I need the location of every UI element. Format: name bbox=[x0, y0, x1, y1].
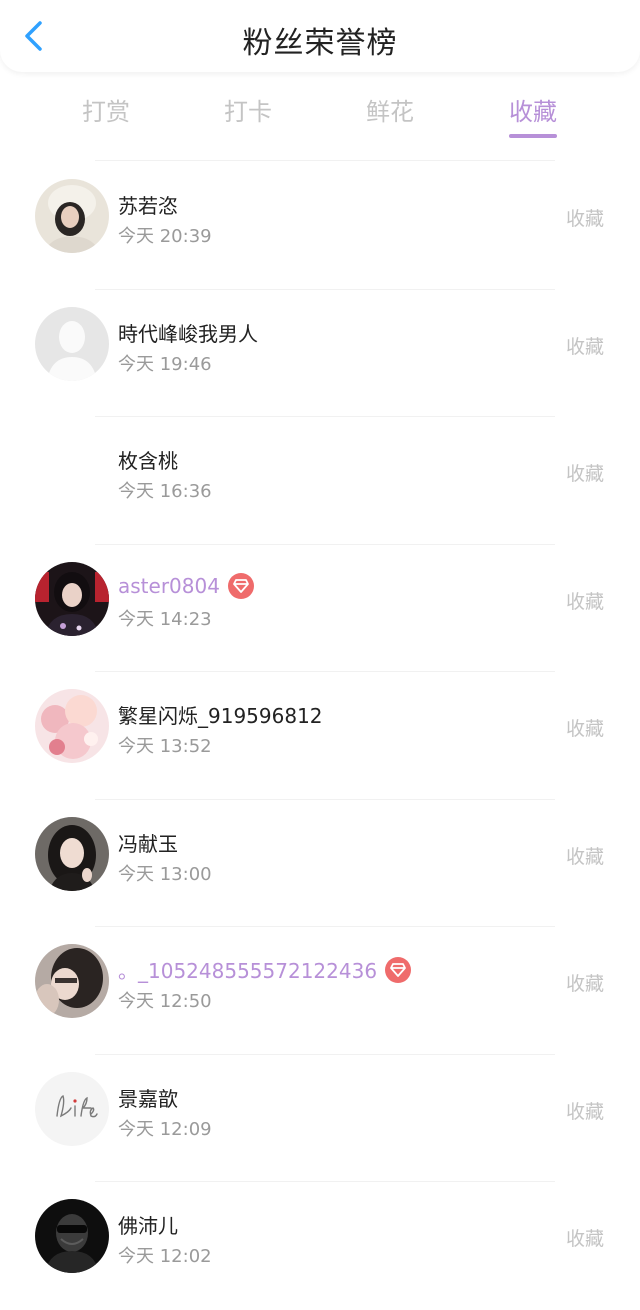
tab-checkin[interactable]: 打卡 bbox=[198, 92, 298, 127]
favorite-label: 收藏 bbox=[565, 335, 604, 358]
vip-badge bbox=[227, 572, 254, 599]
user-name[interactable]: 時代峰峻我男人 bbox=[118, 318, 258, 347]
avatar[interactable] bbox=[35, 306, 109, 381]
favorite-label: 收藏 bbox=[565, 718, 604, 740]
list-item[interactable]: 枚含桃 今天 16:36 收藏 bbox=[0, 417, 640, 545]
active-tab-indicator bbox=[509, 134, 557, 138]
avatar[interactable] bbox=[35, 434, 109, 508]
avatar[interactable] bbox=[35, 816, 109, 891]
favorite-label: 收藏 bbox=[565, 590, 604, 613]
list-item[interactable]: 繁星闪烁_919596812 今天 13:52 收藏 bbox=[0, 672, 640, 800]
life-logo-icon bbox=[35, 1071, 109, 1146]
user-name[interactable]: 繁星闪烁_919596812 bbox=[118, 700, 323, 729]
timestamp: 今天 14:23 bbox=[118, 608, 212, 630]
timestamp: 今天 12:09 bbox=[118, 1118, 212, 1140]
avatar[interactable] bbox=[35, 689, 109, 763]
user-name[interactable]: aster0804 bbox=[118, 574, 220, 598]
user-name[interactable]: 佛沛儿 bbox=[118, 1210, 178, 1239]
tab-bar: 打赏 打卡 鲜花 收藏 bbox=[0, 76, 640, 148]
diamond-icon bbox=[390, 962, 406, 977]
favorite-label: 收藏 bbox=[565, 1100, 604, 1123]
list-item[interactable]: aster0804 今天 14:23 收藏 bbox=[0, 545, 640, 672]
user-name[interactable]: 枚含桃 bbox=[118, 445, 178, 474]
tab-reward[interactable]: 打赏 bbox=[56, 92, 156, 127]
timestamp: 今天 13:00 bbox=[118, 863, 212, 885]
diamond-icon bbox=[233, 578, 249, 593]
page-title: 粉丝荣誉榜 bbox=[242, 26, 398, 61]
avatar[interactable] bbox=[35, 179, 109, 253]
avatar[interactable] bbox=[35, 561, 109, 636]
vip-badge bbox=[385, 956, 412, 983]
user-name[interactable]: 。_105248555572122436 bbox=[118, 955, 377, 984]
timestamp: 今天 19:46 bbox=[118, 353, 212, 375]
avatar[interactable] bbox=[35, 1199, 109, 1273]
divider bbox=[95, 160, 555, 161]
fan-list: 苏若恣 今天 20:39 收藏 時代峰峻我男人 今天 19:46 收藏 枚含桃 … bbox=[0, 162, 640, 1310]
user-name[interactable]: 冯献玉 bbox=[118, 828, 178, 857]
timestamp: 今天 12:50 bbox=[118, 991, 212, 1012]
timestamp: 今天 16:36 bbox=[118, 481, 212, 502]
favorite-label: 收藏 bbox=[565, 973, 604, 995]
avatar[interactable] bbox=[35, 944, 109, 1018]
timestamp: 今天 12:02 bbox=[118, 1246, 212, 1267]
list-item[interactable]: 時代峰峻我男人 今天 19:46 收藏 bbox=[0, 290, 640, 417]
default-avatar-icon bbox=[35, 306, 109, 381]
user-name[interactable]: 景嘉歆 bbox=[118, 1083, 178, 1112]
top-bar: 粉丝荣誉榜 bbox=[0, 0, 640, 72]
favorite-label: 收藏 bbox=[565, 845, 604, 868]
avatar[interactable] bbox=[35, 1071, 109, 1146]
tab-flowers[interactable]: 鲜花 bbox=[340, 92, 440, 127]
list-item[interactable]: 。_105248555572122436 今天 12:50 收藏 bbox=[0, 927, 640, 1055]
list-item[interactable]: 冯献玉 今天 13:00 收藏 bbox=[0, 800, 640, 927]
favorite-label: 收藏 bbox=[565, 1228, 604, 1250]
list-item[interactable]: 佛沛儿 今天 12:02 收藏 bbox=[0, 1182, 640, 1310]
timestamp: 今天 20:39 bbox=[118, 226, 212, 247]
list-item[interactable]: 景嘉歆 今天 12:09 收藏 bbox=[0, 1055, 640, 1182]
timestamp: 今天 13:52 bbox=[118, 736, 212, 757]
favorite-label: 收藏 bbox=[565, 208, 604, 230]
user-name[interactable]: 苏若恣 bbox=[118, 190, 178, 219]
favorite-label: 收藏 bbox=[565, 463, 604, 485]
list-item[interactable]: 苏若恣 今天 20:39 收藏 bbox=[0, 162, 640, 290]
tab-favorites[interactable]: 收藏 bbox=[483, 92, 583, 127]
